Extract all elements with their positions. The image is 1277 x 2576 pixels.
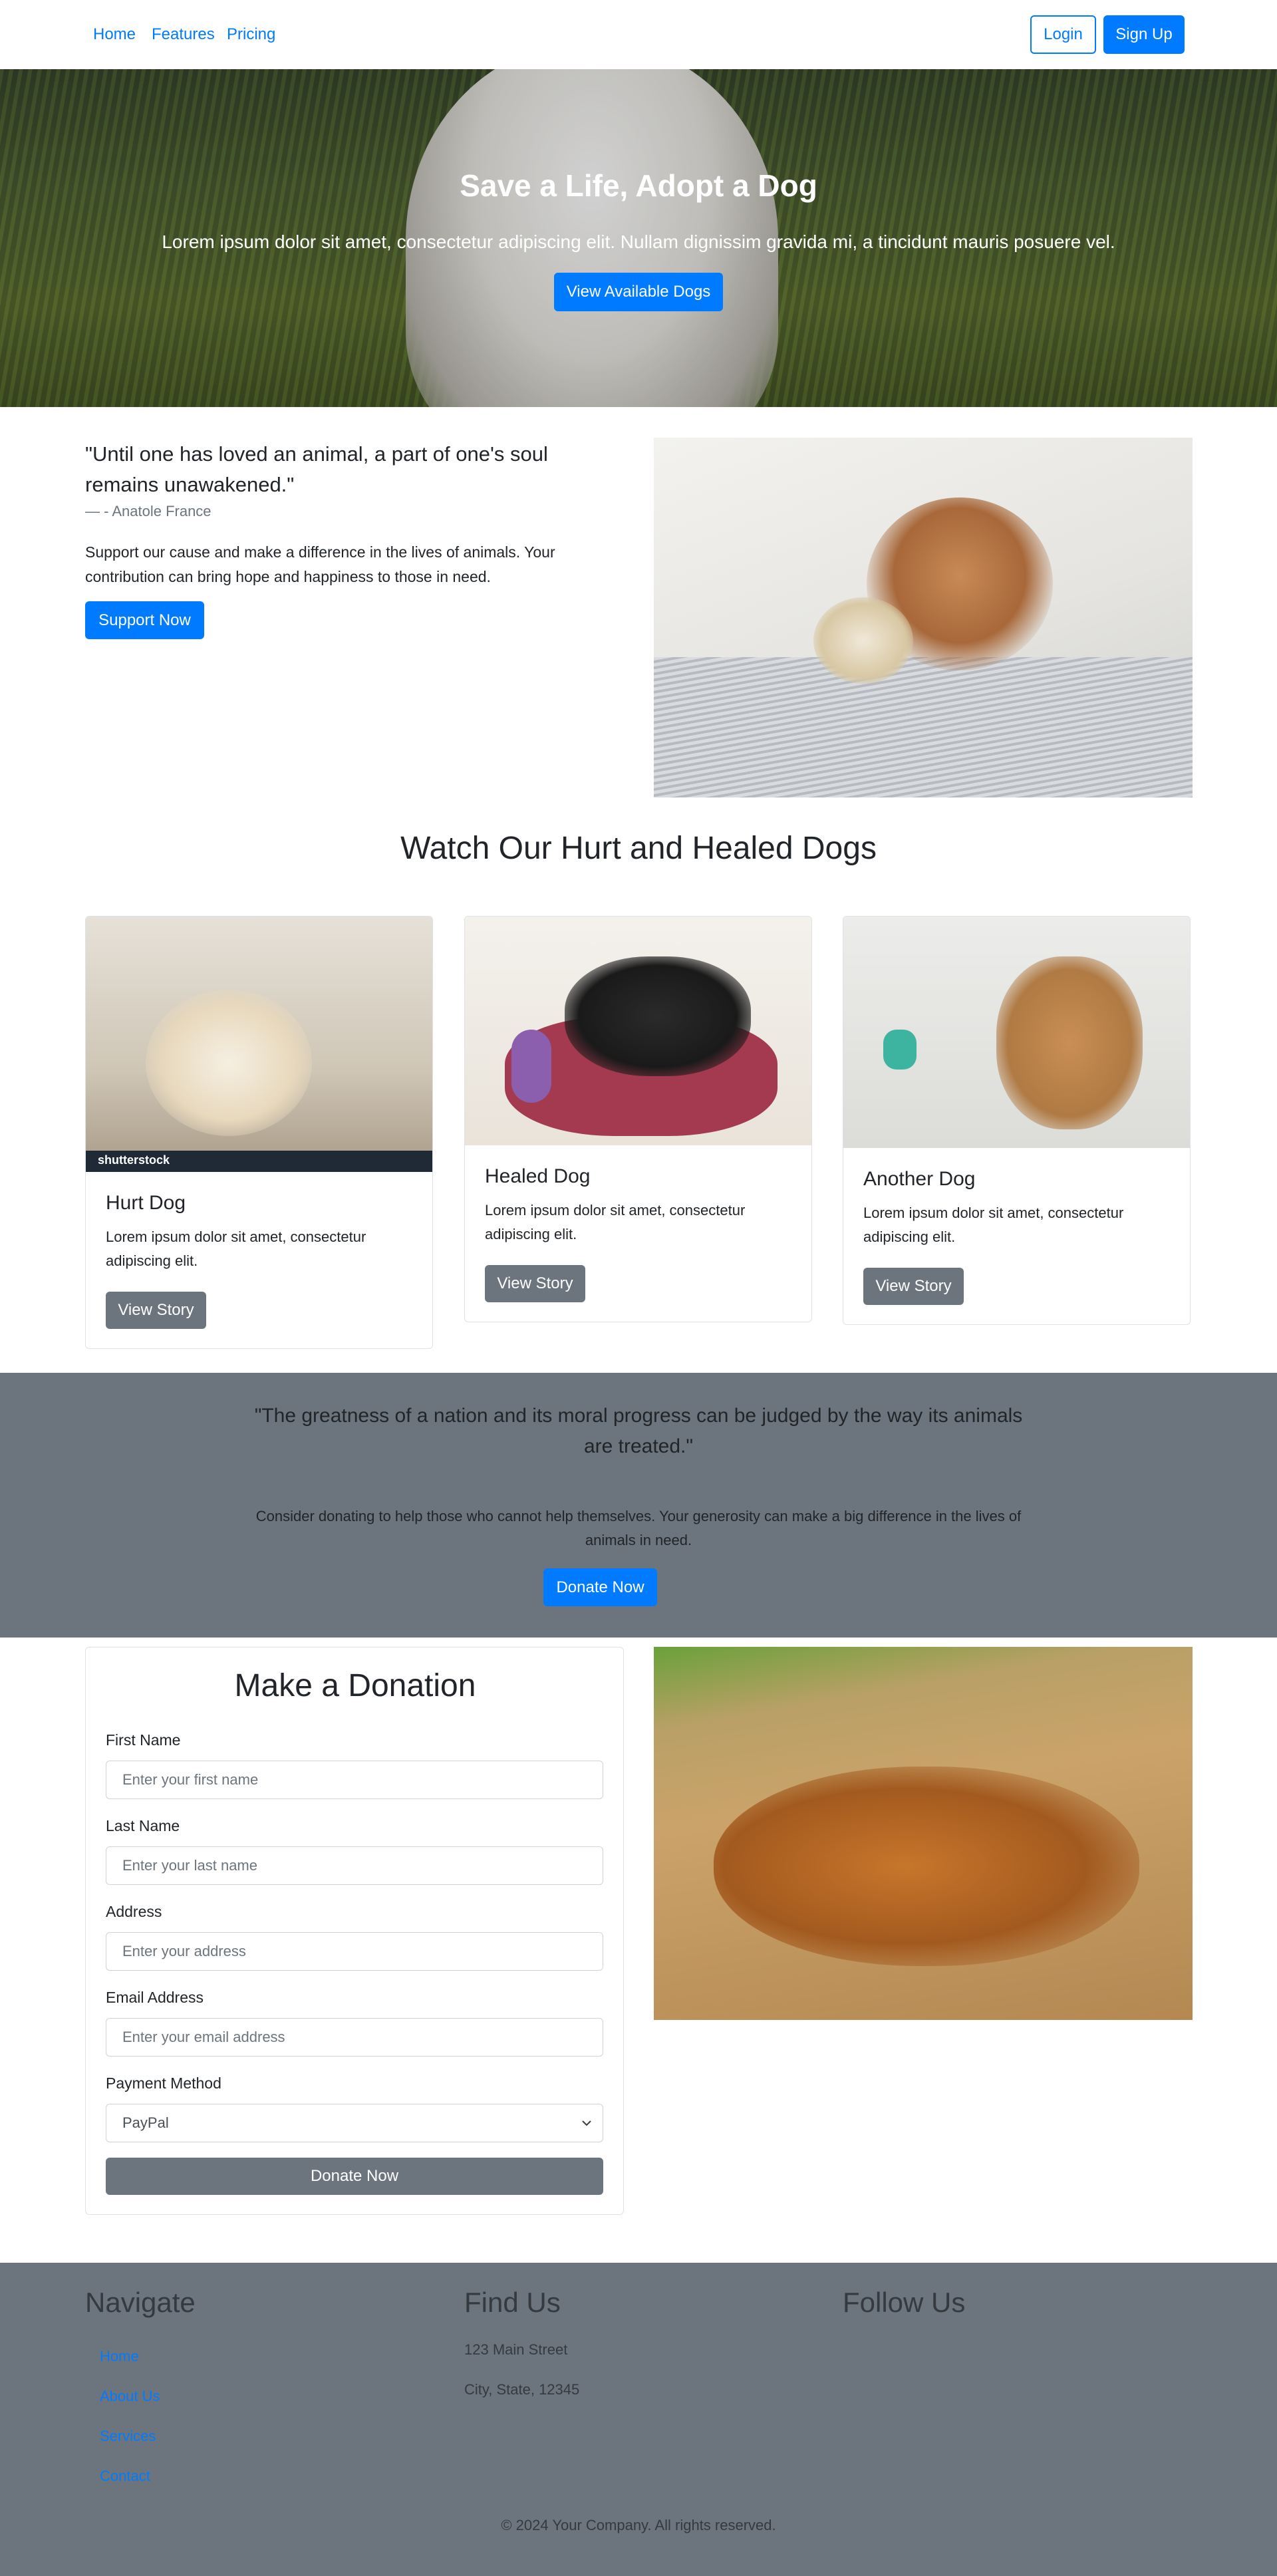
dog-in-bed-image bbox=[654, 438, 1193, 797]
view-available-dogs-button[interactable]: View Available Dogs bbox=[554, 273, 723, 311]
donate-now-button[interactable]: Donate Now bbox=[543, 1568, 657, 1606]
footer-navigate-heading: Navigate bbox=[85, 2287, 196, 2318]
dog-card-another: Another Dog Lorem ipsum dolor sit amet, … bbox=[843, 916, 1191, 1325]
card-text: Lorem ipsum dolor sit amet, consectetur … bbox=[485, 1202, 746, 1242]
chevron-down-icon bbox=[582, 2120, 591, 2126]
band-quote: "The greatness of a nation and its moral… bbox=[254, 1405, 1023, 1457]
donate-submit-button[interactable]: Donate Now bbox=[106, 2158, 603, 2195]
another-dog-image bbox=[843, 917, 1190, 1148]
card-title: Another Dog bbox=[863, 1168, 976, 1190]
email-label: Email Address bbox=[106, 1989, 204, 2006]
card-text: Lorem ipsum dolor sit amet, consectetur … bbox=[106, 1228, 366, 1269]
donation-form-title: Make a Donation bbox=[234, 1668, 476, 1703]
view-story-button[interactable]: View Story bbox=[863, 1268, 964, 1305]
hero-subtitle: Lorem ipsum dolor sit amet, consectetur … bbox=[162, 231, 1115, 252]
footer-address-line1: 123 Main Street bbox=[464, 2341, 568, 2358]
footer-link-contact[interactable]: Contact bbox=[100, 2468, 150, 2485]
quote-text: "Until one has loved an animal, a part o… bbox=[85, 442, 548, 496]
footer-address-line2: City, State, 12345 bbox=[464, 2381, 580, 2398]
payment-method-label: Payment Method bbox=[106, 2075, 221, 2092]
band-text: Consider donating to help those who cann… bbox=[255, 1508, 1022, 1548]
dogs-section-title: Watch Our Hurt and Healed Dogs bbox=[400, 831, 877, 866]
first-name-label: First Name bbox=[106, 1731, 181, 1749]
quote-author: — - Anatole France bbox=[85, 503, 212, 519]
hurt-dog-image: shutterstock bbox=[86, 917, 432, 1172]
footer-link-services[interactable]: Services bbox=[100, 2428, 156, 2445]
healed-dog-image bbox=[465, 917, 811, 1145]
card-title: Hurt Dog bbox=[106, 1192, 186, 1214]
dog-card-hurt: shutterstock Hurt Dog Lorem ipsum dolor … bbox=[85, 916, 433, 1349]
view-story-button[interactable]: View Story bbox=[485, 1265, 585, 1302]
footer-link-home[interactable]: Home bbox=[100, 2348, 139, 2365]
copyright-text: © 2024 Your Company. All rights reserved… bbox=[501, 2517, 776, 2533]
card-text: Lorem ipsum dolor sit amet, consectetur … bbox=[863, 1205, 1124, 1245]
navbar: Home Features Pricing Login Sign Up bbox=[0, 0, 1277, 69]
support-text: Support our cause and make a difference … bbox=[85, 543, 555, 585]
footer-find-heading: Find Us bbox=[464, 2287, 561, 2318]
hero-title: Save a Life, Adopt a Dog bbox=[460, 168, 817, 203]
email-field[interactable]: Enter your email address bbox=[106, 2018, 603, 2057]
nav-link-home[interactable]: Home bbox=[93, 25, 136, 44]
nav-link-features[interactable]: Features bbox=[152, 25, 215, 44]
payment-method-value: PayPal bbox=[122, 2114, 169, 2131]
dog-card-healed: Healed Dog Lorem ipsum dolor sit amet, c… bbox=[464, 916, 812, 1322]
sleeping-dog-image bbox=[654, 1647, 1193, 2020]
last-name-field[interactable]: Enter your last name bbox=[106, 1846, 603, 1885]
footer-follow-heading: Follow Us bbox=[843, 2287, 966, 2318]
footer-link-about[interactable]: About Us bbox=[100, 2388, 160, 2405]
nav-link-pricing[interactable]: Pricing bbox=[227, 25, 275, 44]
donation-form: Make a Donation First Name Enter your fi… bbox=[85, 1647, 624, 2215]
address-label: Address bbox=[106, 1903, 162, 1920]
last-name-label: Last Name bbox=[106, 1817, 180, 1834]
shutterstock-watermark: shutterstock bbox=[98, 1153, 170, 1167]
support-now-button[interactable]: Support Now bbox=[85, 601, 204, 639]
first-name-field[interactable]: Enter your first name bbox=[106, 1761, 603, 1799]
card-title: Healed Dog bbox=[485, 1165, 591, 1187]
login-button[interactable]: Login bbox=[1030, 15, 1096, 54]
address-field[interactable]: Enter your address bbox=[106, 1932, 603, 1971]
signup-button[interactable]: Sign Up bbox=[1103, 15, 1185, 54]
payment-method-select[interactable]: PayPal bbox=[106, 2104, 603, 2142]
view-story-button[interactable]: View Story bbox=[106, 1292, 206, 1329]
